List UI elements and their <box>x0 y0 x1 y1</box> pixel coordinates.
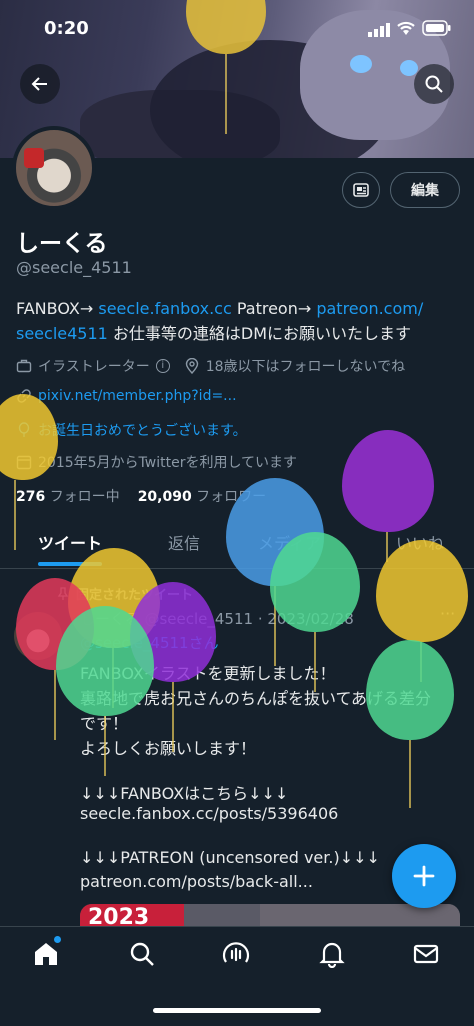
profile-birthday: お誕生日おめでとうございます。 <box>38 423 247 439</box>
tweet-more-icon[interactable]: ··· <box>440 604 455 623</box>
nav-search[interactable] <box>126 938 158 970</box>
tweet-avatar[interactable] <box>14 612 62 660</box>
user-handle: @seecle_4511 <box>16 258 132 277</box>
tweet-reply-to[interactable]: @seecle_4511さん <box>80 632 219 653</box>
profile-website-row: pixiv.net/member.php?id=... <box>16 388 237 404</box>
media-banner-text: 2023 <box>80 904 184 926</box>
search-icon <box>130 942 154 966</box>
edit-profile-button[interactable]: 編集 <box>390 172 460 208</box>
profile-website[interactable]: pixiv.net/member.php?id=... <box>38 388 237 404</box>
pinned-label-row: 固定されたツイート <box>56 584 193 603</box>
tab-likes[interactable]: いいね <box>396 530 444 554</box>
status-time: 0:20 <box>44 18 89 39</box>
tweet-line: 裏路地で虎お兄さんのちんぽを抜いてあげる差分 <box>80 689 432 708</box>
pin-icon <box>57 586 69 600</box>
tweet-line: FANBOXイラストを更新しました！ <box>80 664 336 683</box>
tabs-divider <box>0 568 474 569</box>
search-icon <box>425 75 443 93</box>
bio-link-patreon-id[interactable]: seecle4511 <box>16 324 108 343</box>
tab-replies[interactable]: 返信 <box>168 530 200 554</box>
tweet-line: ↓↓↓FANBOXはこちら↓↓↓ <box>80 784 289 803</box>
tab-indicator <box>38 562 102 566</box>
follow-stats: 276 フォロー中 20,090 フォロワー <box>16 486 266 506</box>
tweet-line: ↓↓↓PATREON (uncensored ver.)↓↓↓ <box>80 848 380 867</box>
arrow-left-icon <box>31 77 47 91</box>
signal-icon <box>368 22 390 41</box>
calendar-icon <box>16 455 32 470</box>
pinned-label: 固定されたツイート <box>76 588 194 603</box>
nav-messages[interactable] <box>410 938 442 970</box>
plus-icon <box>413 865 435 887</box>
profile-birthday-row: お誕生日おめでとうございます。 <box>16 420 247 440</box>
display-name: しーくる <box>16 231 108 257</box>
tab-tweets[interactable]: ツイート <box>38 530 102 554</box>
tweet-author-meta[interactable]: しーくる @seecle_4511 · 2023/02/28 <box>80 608 354 629</box>
profile-meta-row: イラストレーター i 18歳以下はフォローしないでね <box>16 356 405 376</box>
bio-link-patreon[interactable]: patreon.com/ <box>316 299 423 318</box>
briefcase-icon <box>16 359 32 373</box>
back-button[interactable] <box>20 64 60 104</box>
battery-icon <box>422 20 452 40</box>
following-link[interactable]: 276 フォロー中 <box>16 486 120 506</box>
profile-category: イラストレーター <box>38 359 150 375</box>
bio-link-fanbox[interactable]: seecle.fanbox.cc <box>98 299 231 318</box>
avatar[interactable] <box>12 126 96 210</box>
compose-button[interactable] <box>392 844 456 908</box>
tweet-link-patreon[interactable]: patreon.com/posts/back-all... <box>80 872 313 891</box>
mail-icon <box>413 944 439 964</box>
tweet-line: です！ <box>80 714 129 733</box>
wifi-icon <box>396 20 416 40</box>
home-icon <box>35 943 57 965</box>
tweet-link-fanbox[interactable]: seecle.fanbox.cc/posts/5396406 <box>80 804 338 823</box>
nav-notifications[interactable] <box>316 938 348 970</box>
newsletter-icon <box>353 183 369 197</box>
location-icon <box>185 358 198 374</box>
home-indicator <box>153 1008 321 1013</box>
bell-icon <box>319 942 345 968</box>
search-button[interactable] <box>414 64 454 104</box>
tweet-line: よろしくお願いします！ <box>80 739 257 758</box>
followers-link[interactable]: 20,090 フォロワー <box>138 486 266 506</box>
profile-joined: 2015年5月からTwitterを利用しています <box>38 455 298 471</box>
tweet-media[interactable]: 2023 <box>80 904 460 926</box>
profile-joined-row: 2015年5月からTwitterを利用しています <box>16 452 297 472</box>
info-icon[interactable]: i <box>155 359 170 373</box>
tab-media[interactable]: メディア <box>258 530 321 554</box>
notification-dot <box>54 936 61 943</box>
nav-spaces[interactable] <box>220 938 252 970</box>
profile-location: 18歳以下はフォローしないでね <box>205 359 406 375</box>
subscriptions-button[interactable] <box>342 172 380 208</box>
nav-home[interactable] <box>30 936 62 970</box>
profile-bio: FANBOX→ seecle.fanbox.cc Patreon→ patreo… <box>16 299 424 343</box>
spaces-icon <box>222 942 250 963</box>
link-icon <box>17 389 31 403</box>
balloon-icon <box>18 422 30 437</box>
